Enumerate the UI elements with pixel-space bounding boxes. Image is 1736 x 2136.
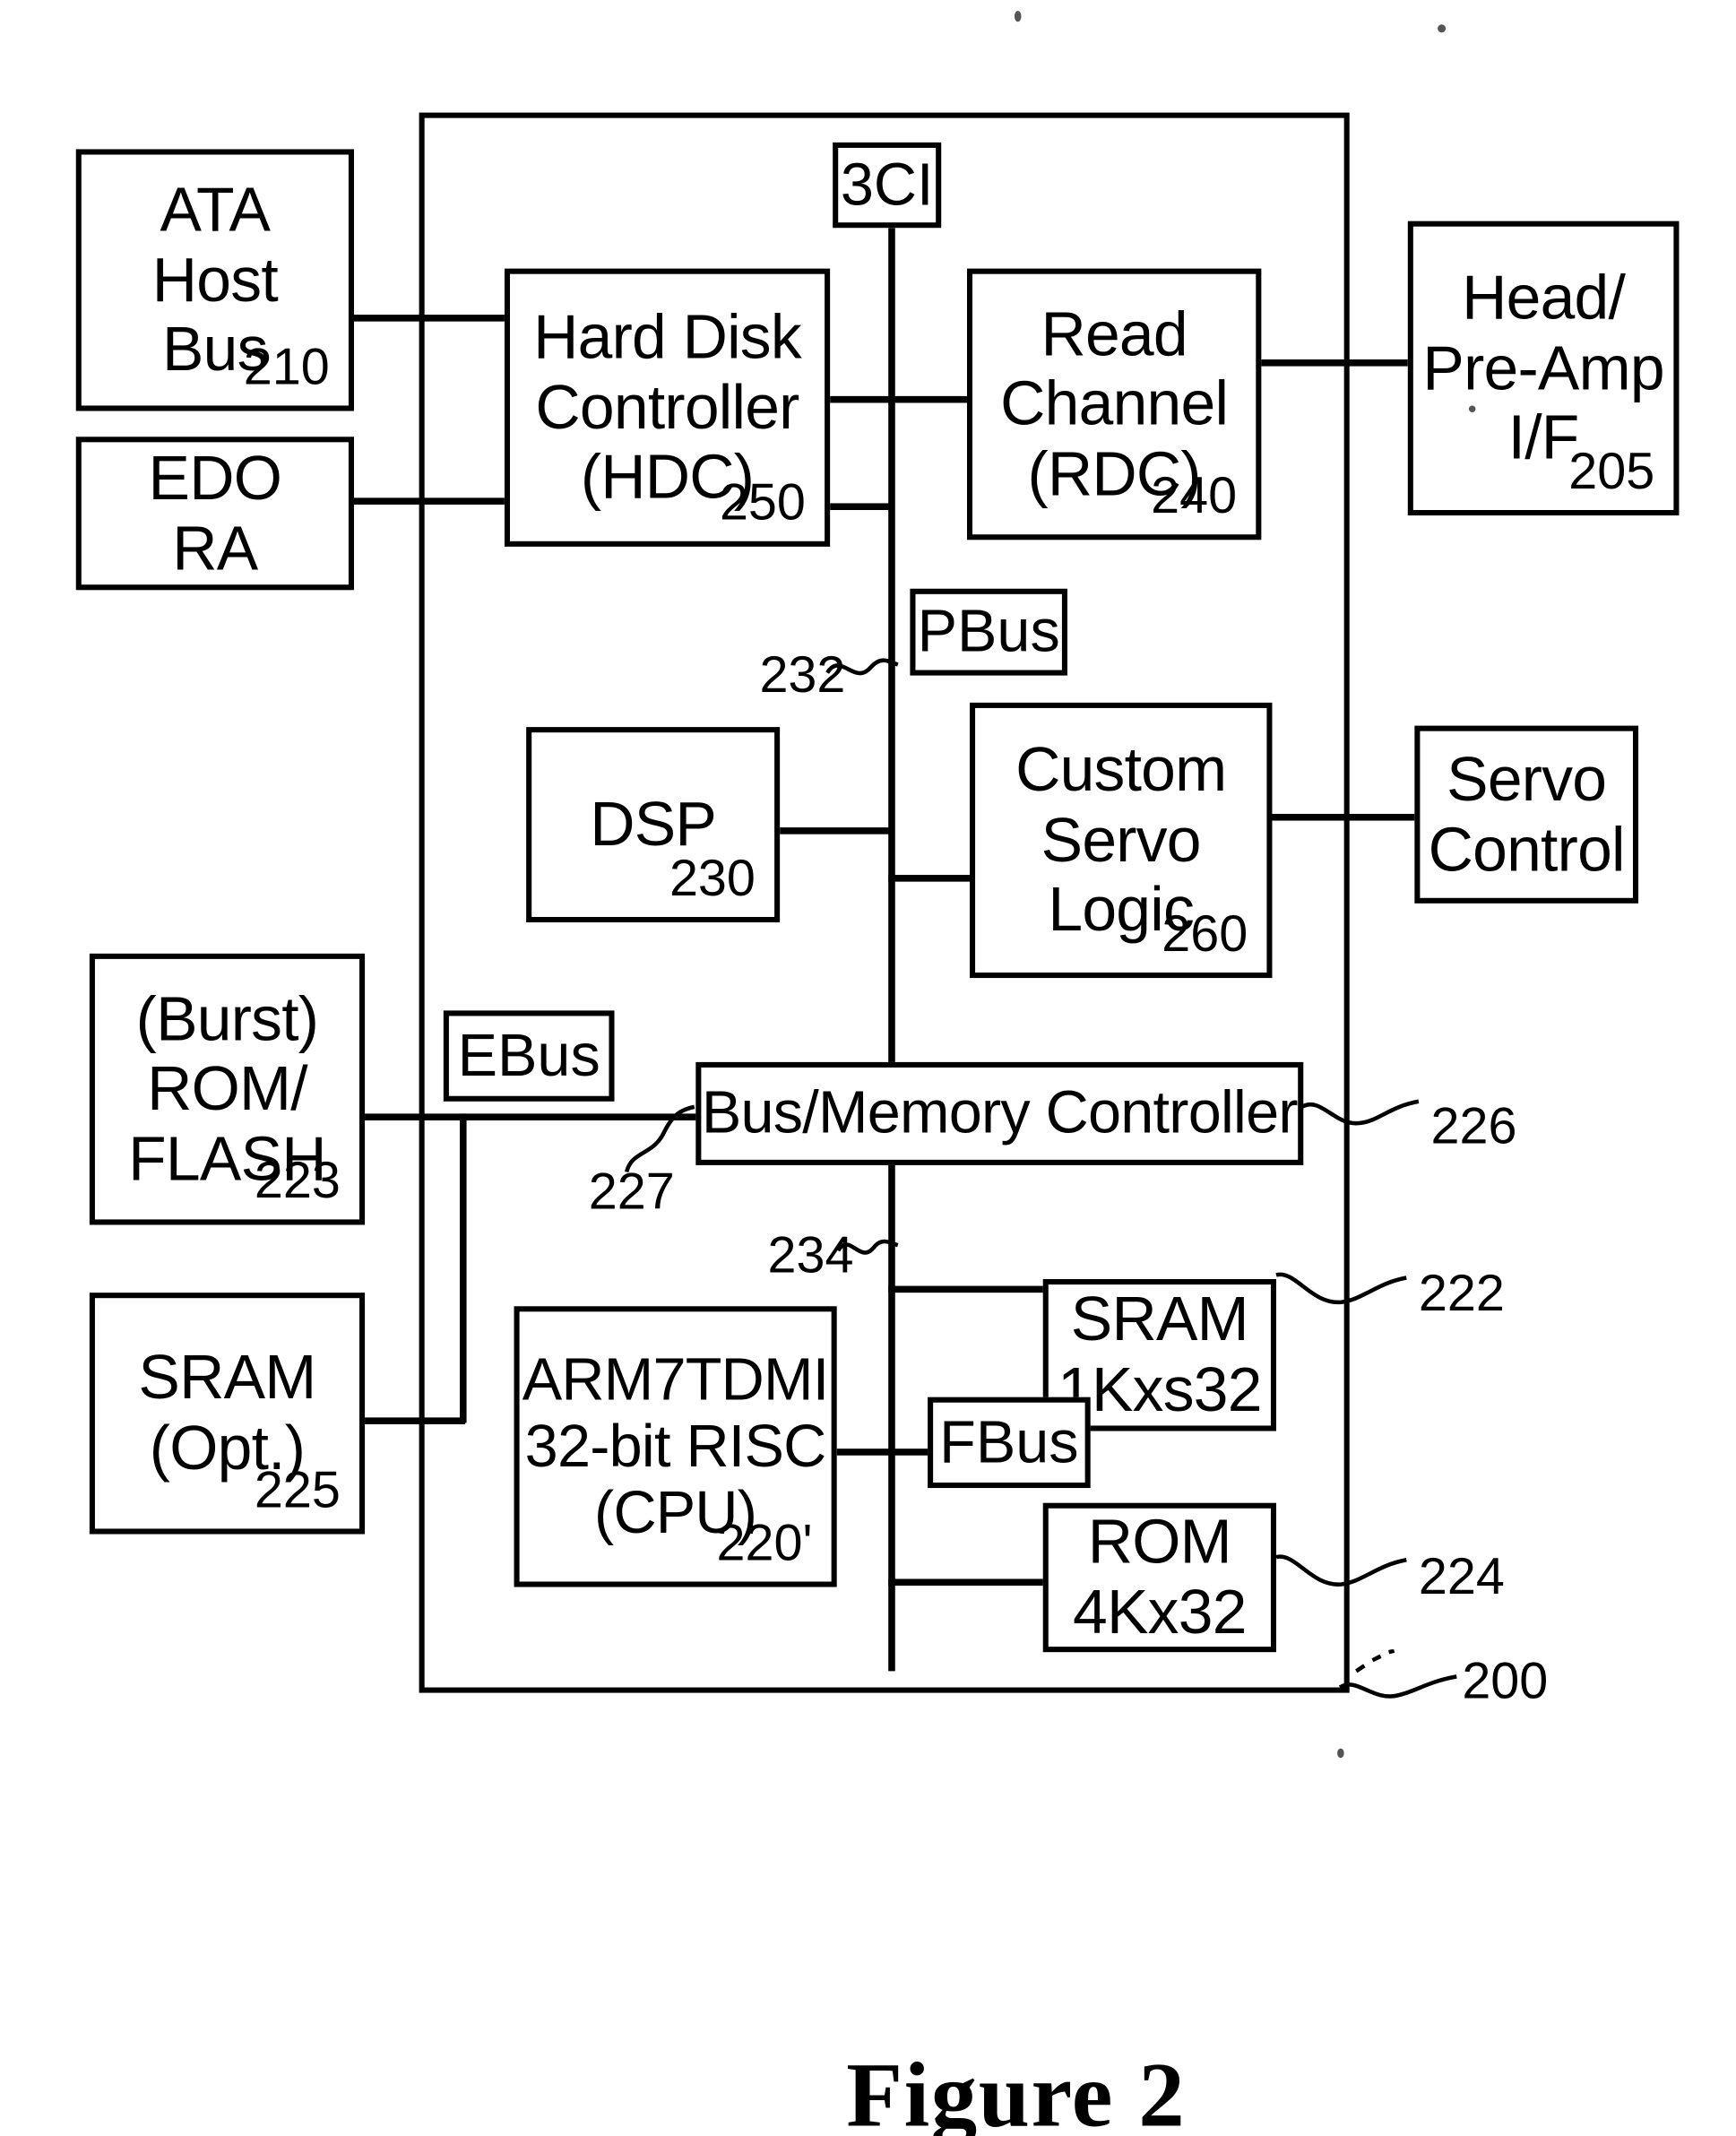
bus-tag-label: 3CI [840,151,934,218]
block-label: Bus/Memory Controller [701,1080,1299,1147]
block-ref: 210 [243,340,330,397]
wire-ata-to-hdc [352,315,505,322]
scan-speck [1438,24,1447,33]
block-custom-servo-logic[interactable]: Custom Servo Logic 260 [969,702,1273,979]
block-head-pre-amp[interactable]: Head/ Pre-Amp I/F 205 [1407,221,1680,516]
block-burst-rom-flash[interactable]: (Burst) ROM/ FLASH 223 [89,953,366,1225]
block-ref: 240 [1151,468,1238,526]
figure-caption: Figure 2 [846,2043,1187,2136]
ref-224: 224 [1418,1549,1505,1606]
block-ref: 220' [716,1516,813,1573]
block-label: Head/ Pre-Amp I/F [1422,262,1664,473]
block-rom-4kx32[interactable]: ROM 4Kx32 [1042,1502,1276,1653]
block-bus-memory-controller[interactable]: Bus/Memory Controller [695,1061,1304,1165]
block-servo-control[interactable]: Servo Control [1414,725,1639,904]
ref-227: 227 [588,1163,675,1221]
leader-200 [1338,1649,1457,1699]
block-ata-host-bus[interactable]: ATA Host Bus 210 [75,149,354,411]
block-label: ROM 4Kx32 [1073,1506,1247,1647]
ref-226: 226 [1430,1098,1517,1156]
bus-tag-ebus[interactable]: EBus [443,1010,615,1102]
ref-200: 200 [1462,1653,1549,1711]
bus-tag-label: PBus [917,598,1060,665]
wire-rom-flash-to-bmc [360,1113,699,1120]
bus-tag-label: EBus [457,1022,600,1089]
scan-speck [1337,1748,1344,1759]
wire-servo-logic-to-servo-control [1272,813,1415,821]
bus-tag-fbus[interactable]: FBus [928,1397,1091,1489]
wire-sram-opt-vertical [460,1113,467,1423]
wire-dsp-to-spine [780,827,892,835]
block-ref: 223 [254,1153,341,1211]
ref-234: 234 [767,1227,854,1285]
wire-hdc-to-spine-lower [830,503,893,510]
block-ref: 260 [1162,906,1248,964]
block-dsp[interactable]: DSP 230 [526,727,781,923]
wire-hdc-to-spine-upper [830,395,893,403]
block-label: EDO RA [148,442,282,583]
figure-scale-wrapper: ATA Host Bus 210 EDO RA (Burst) ROM/ FLA… [0,0,1736,2136]
block-edo-ra[interactable]: EDO RA [75,437,354,591]
block-read-channel[interactable]: Read Channel (RDC) 240 [966,268,1262,540]
wire-spine-to-sram1k [888,1285,1045,1293]
block-ref: 250 [719,475,806,532]
block-label: DSP [590,788,717,860]
wire-edo-to-hdc [352,497,505,505]
ref-232: 232 [759,646,846,705]
wire-spine-to-rom4k [888,1578,1045,1587]
wire-cpu-to-spine [836,1449,892,1456]
block-sram-opt[interactable]: SRAM (Opt.) 225 [89,1293,366,1535]
bus-tag-3ci[interactable]: 3CI [833,142,942,229]
block-ref: 225 [254,1463,341,1520]
block-arm7tdmi-cpu[interactable]: ARM7TDMI 32-bit RISC (CPU) 220' [514,1306,837,1587]
wire-spine-to-fbus [888,1449,928,1456]
wire-spine-to-servo-logic [888,875,970,882]
scan-speck [1468,405,1476,413]
block-hard-disk-controller[interactable]: Hard Disk Controller (HDC) 250 [504,268,831,547]
block-label: Servo Control [1428,743,1626,884]
ref-222: 222 [1418,1265,1505,1323]
block-ref: 230 [669,851,756,909]
wire-spine-to-rdc [888,395,967,403]
block-ref: 205 [1568,444,1655,502]
bus-tag-pbus[interactable]: PBus [910,588,1067,676]
bus-tag-label: FBus [939,1408,1079,1475]
wire-sram-opt-to-ebus-stub [360,1417,466,1424]
figure-canvas: ATA Host Bus 210 EDO RA (Burst) ROM/ FLA… [0,0,1736,2136]
scan-speck [1014,11,1022,22]
wire-rdc-to-head [1261,359,1408,367]
